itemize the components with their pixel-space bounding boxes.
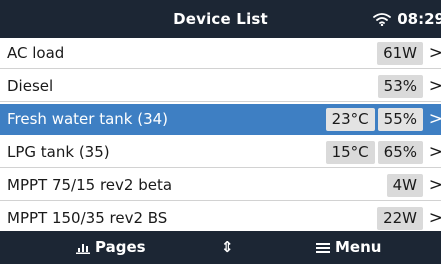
- level-badge: 55%: [377, 108, 423, 131]
- device-name: LPG tank (35): [7, 143, 110, 161]
- level-badge: 65%: [377, 141, 423, 164]
- chevron-right-icon: >: [428, 109, 441, 129]
- device-values: 4W: [386, 174, 423, 197]
- clock: 08:29: [397, 10, 441, 28]
- chevron-right-icon: >: [428, 208, 441, 228]
- device-values: 23°C 55%: [325, 108, 423, 131]
- wifi-icon: [373, 13, 392, 26]
- pages-label: Pages: [95, 238, 146, 256]
- device-list: AC load 61W > Diesel 53% > Fresh water t…: [0, 38, 441, 236]
- device-name: AC load: [7, 44, 65, 62]
- device-name: MPPT 75/15 rev2 beta: [7, 176, 173, 194]
- chevron-right-icon: >: [428, 76, 441, 96]
- list-item-selected[interactable]: Fresh water tank (34) 23°C 55% >: [0, 104, 441, 135]
- value-badge: 22W: [377, 207, 423, 230]
- list-item[interactable]: MPPT 150/35 rev2 BS 22W >: [0, 203, 441, 234]
- pages-button[interactable]: Pages: [76, 231, 146, 264]
- temperature-badge: 15°C: [325, 141, 375, 164]
- bottom-bar: Pages ⇕ Menu: [0, 231, 441, 264]
- pages-icon: [76, 243, 90, 254]
- device-values: 53%: [377, 75, 423, 98]
- device-values: 61W: [377, 42, 423, 65]
- value-badge: 53%: [377, 75, 423, 98]
- device-name: MPPT 150/35 rev2 BS: [7, 209, 168, 227]
- device-values: 22W: [377, 207, 423, 230]
- device-values: 15°C 65%: [325, 141, 423, 164]
- list-item[interactable]: Diesel 53% >: [0, 71, 441, 102]
- menu-button[interactable]: Menu: [316, 231, 381, 264]
- list-item[interactable]: LPG tank (35) 15°C 65% >: [0, 137, 441, 168]
- chevron-right-icon: >: [428, 175, 441, 195]
- list-item[interactable]: AC load 61W >: [0, 38, 441, 69]
- menu-label: Menu: [335, 238, 382, 256]
- temperature-badge: 23°C: [325, 108, 375, 131]
- menu-icon: [316, 242, 330, 253]
- top-bar: Device List 08:29: [0, 0, 441, 38]
- up-down-icon[interactable]: ⇕: [221, 231, 234, 264]
- value-badge: 4W: [386, 174, 423, 197]
- device-list-screen: Device List 08:29 AC load 61W > Diesel 5…: [0, 0, 441, 264]
- device-name: Diesel: [7, 77, 54, 95]
- device-name: Fresh water tank (34): [7, 110, 169, 128]
- list-item[interactable]: MPPT 75/15 rev2 beta 4W >: [0, 170, 441, 201]
- chevron-right-icon: >: [428, 142, 441, 162]
- status-area: 08:29: [373, 0, 441, 38]
- chevron-right-icon: >: [428, 43, 441, 63]
- value-badge: 61W: [377, 42, 423, 65]
